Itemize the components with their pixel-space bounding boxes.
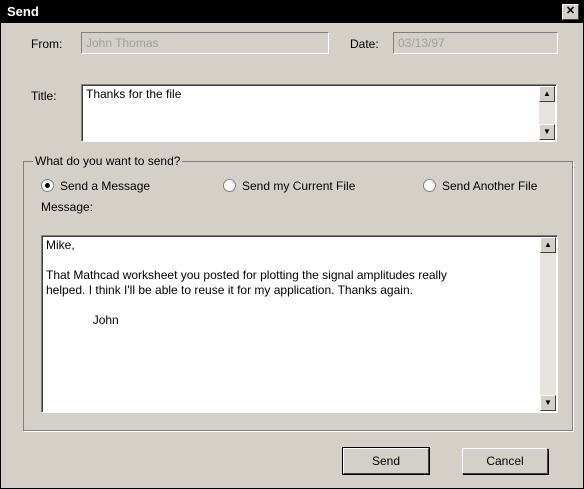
radio-send-current-file-label: Send my Current File: [242, 179, 356, 193]
title-input[interactable]: Thanks for the file ▲ ▼: [81, 84, 557, 142]
title-bar: Send ✕: [1, 1, 583, 23]
send-button[interactable]: Send: [342, 447, 430, 475]
scroll-up-icon[interactable]: ▲: [540, 237, 556, 253]
title-label: Title:: [31, 89, 57, 103]
window-title: Send: [7, 4, 39, 19]
send-group-label: What do you want to send?: [33, 154, 183, 168]
scroll-down-icon[interactable]: ▼: [539, 124, 555, 140]
send-dialog: Send ✕ From: John Thomas Date: 03/13/97 …: [0, 0, 584, 489]
title-text: Thanks for the file: [86, 87, 182, 101]
date-label: Date:: [350, 37, 379, 51]
date-field: 03/13/97: [393, 32, 558, 54]
radio-send-current-file[interactable]: Send my Current File: [223, 179, 355, 193]
radio-unchecked-icon: [423, 179, 436, 192]
message-input[interactable]: Mike, That Mathcad worksheet you posted …: [41, 235, 558, 413]
from-field: John Thomas: [81, 32, 329, 54]
cancel-button[interactable]: Cancel: [462, 448, 548, 474]
radio-checked-icon: [41, 179, 54, 192]
radio-unchecked-icon: [223, 179, 236, 192]
radio-send-message-label: Send a Message: [60, 179, 151, 193]
message-scrollbar[interactable]: ▲ ▼: [540, 237, 556, 411]
message-label: Message:: [41, 200, 94, 214]
radio-send-another-file[interactable]: Send Another File: [423, 179, 537, 193]
radio-send-message[interactable]: Send a Message: [41, 179, 150, 193]
scroll-down-icon[interactable]: ▼: [540, 395, 556, 411]
close-icon[interactable]: ✕: [562, 4, 579, 20]
scroll-up-icon[interactable]: ▲: [539, 86, 555, 102]
radio-send-another-file-label: Send Another File: [442, 179, 538, 193]
from-label: From:: [31, 37, 63, 51]
message-text: Mike, That Mathcad worksheet you posted …: [46, 238, 447, 327]
title-scrollbar[interactable]: ▲ ▼: [539, 86, 555, 140]
